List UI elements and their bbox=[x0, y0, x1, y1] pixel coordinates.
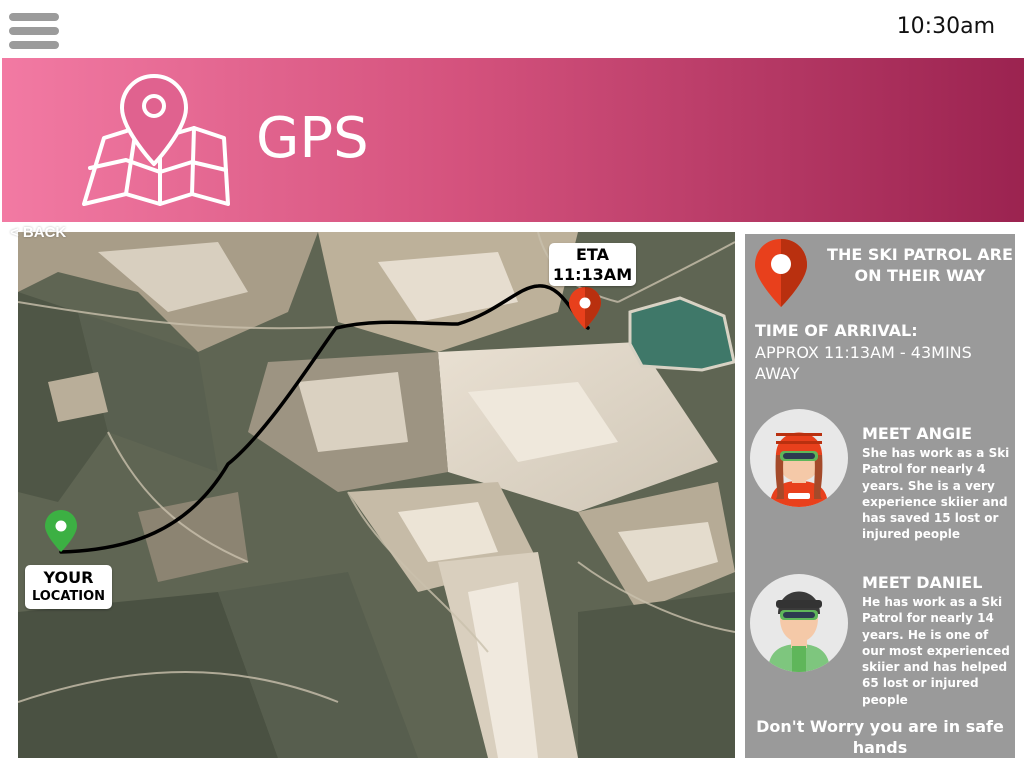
eta-label-heading: ETA bbox=[576, 245, 609, 264]
angie-avatar bbox=[750, 409, 848, 507]
back-button[interactable]: < BACK bbox=[10, 224, 66, 241]
map-pin-icon bbox=[82, 74, 230, 206]
your-location-label: YOUR LOCATION bbox=[25, 565, 112, 609]
arrival-heading: TIME OF ARRIVAL: bbox=[755, 321, 918, 340]
page-header-banner: GPS bbox=[2, 58, 1024, 222]
your-location-label-line1: YOUR bbox=[43, 568, 94, 587]
member-bio-daniel: He has work as a Ski Patrol for nearly 1… bbox=[862, 595, 1010, 707]
patrol-status-message: THE SKI PATROL ARE ON THEIR WAY bbox=[827, 245, 1013, 285]
your-location-label-line2: LOCATION bbox=[31, 589, 106, 604]
status-clock: 10:30am bbox=[896, 14, 995, 39]
member-bio-angie: She has work as a Ski Patrol for nearly … bbox=[862, 446, 1010, 542]
satellite-map-background bbox=[18, 232, 735, 758]
arrival-text: APPROX 11:13AM - 43MINS AWAY bbox=[755, 343, 972, 383]
gps-map[interactable]: ETA 11:13AM YOUR LOCATION bbox=[18, 232, 735, 758]
eta-label: ETA 11:13AM bbox=[549, 243, 636, 286]
eta-label-time: 11:13AM bbox=[552, 265, 633, 284]
info-panel: THE SKI PATROL ARE ON THEIR WAY TIME OF … bbox=[745, 234, 1015, 758]
reassurance-message: Don't Worry you are in safe hands bbox=[756, 717, 1004, 757]
page-title: GPS bbox=[256, 106, 369, 171]
hamburger-menu-icon[interactable] bbox=[9, 13, 59, 49]
red-map-pin-icon bbox=[755, 239, 807, 307]
top-bar: 10:30am bbox=[0, 0, 1024, 58]
daniel-avatar bbox=[750, 574, 848, 672]
member-heading-angie: MEET ANGIE bbox=[862, 424, 973, 443]
member-heading-daniel: MEET DANIEL bbox=[862, 573, 983, 592]
